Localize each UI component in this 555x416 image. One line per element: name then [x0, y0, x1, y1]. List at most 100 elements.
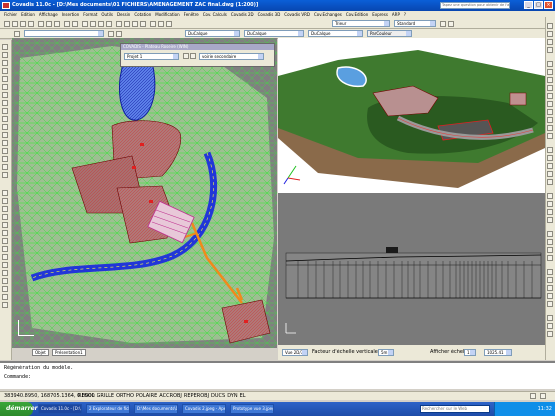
move-tool-icon[interactable] [2, 230, 8, 236]
3d-view[interactable] [278, 38, 545, 193]
station-input[interactable]: 1025.41 [484, 349, 512, 356]
snap-none-icon[interactable] [547, 125, 553, 131]
line-tool-icon[interactable] [2, 44, 8, 50]
lineweight-dropdown[interactable]: DuCalque [308, 30, 363, 37]
break-tool-icon[interactable] [2, 278, 8, 284]
zoom-window-icon[interactable] [98, 21, 104, 27]
grid-icon[interactable] [158, 21, 164, 27]
menu-affichage[interactable]: Affichage [39, 11, 58, 19]
save-icon[interactable] [20, 21, 26, 27]
toggle-ortho[interactable]: ORTHO [116, 393, 134, 400]
paste-icon[interactable] [54, 21, 60, 27]
menu-dessin[interactable]: Dessin [117, 11, 130, 19]
view-mode-dropdown[interactable]: Vue 2D/3D [282, 349, 308, 356]
dim-linear-icon[interactable] [547, 147, 553, 153]
print-icon[interactable] [28, 21, 34, 27]
snap-tangent-icon[interactable] [547, 101, 553, 107]
orbit-icon[interactable] [547, 193, 553, 199]
style-dropdown[interactable]: Trieur [332, 20, 390, 27]
task-documents[interactable]: D:\Mes documents\01... [134, 404, 178, 414]
construction-line-icon[interactable] [2, 52, 8, 58]
snap-perpendicular-icon[interactable] [547, 109, 553, 115]
zoom-icon[interactable] [90, 21, 96, 27]
toggle-resol[interactable]: RESOL [78, 393, 95, 400]
design-center-icon[interactable] [124, 21, 130, 27]
help-icon[interactable] [140, 21, 146, 27]
menu-edition[interactable]: Edition [21, 11, 35, 19]
properties-icon[interactable] [116, 21, 122, 27]
array-tool-icon[interactable] [2, 222, 8, 228]
layer-previous-icon[interactable] [116, 31, 122, 37]
zoom-previous-icon[interactable] [106, 21, 112, 27]
menu-format[interactable]: Format [83, 11, 97, 19]
dim-radius-icon[interactable] [547, 163, 553, 169]
tool-palette-icon[interactable] [132, 21, 138, 27]
clean-screen-icon[interactable] [540, 393, 546, 399]
menu-arp[interactable]: ARP [392, 11, 400, 19]
list-icon[interactable] [547, 39, 553, 45]
snap-center-icon[interactable] [547, 85, 553, 91]
table-icon[interactable] [547, 269, 553, 275]
snap-midpoint-icon[interactable] [547, 69, 553, 75]
color-dropdown[interactable]: DuCalque [185, 30, 240, 37]
menu-covadis-vrd[interactable]: Covadis VRD [284, 11, 310, 19]
menu-cov-edition[interactable]: Cov.Edition [346, 11, 368, 19]
minimize-button[interactable]: _ [524, 1, 533, 9]
menu-covadis-3d[interactable]: Covadis 3D [258, 11, 281, 19]
hatch-tool-icon[interactable] [2, 148, 8, 154]
publish-icon[interactable] [547, 315, 553, 321]
add-axis-icon[interactable] [190, 53, 196, 59]
insert-block-icon[interactable] [2, 124, 8, 130]
toggle-el[interactable]: EL [240, 393, 246, 400]
ellipse-tool-icon[interactable] [2, 116, 8, 122]
region-tool-icon[interactable] [2, 156, 8, 162]
arc-tool-icon[interactable] [2, 84, 8, 90]
attribute-icon[interactable] [547, 277, 553, 283]
menu-covadis-2d[interactable]: Covadis 2D [231, 11, 254, 19]
polyline-tool-icon[interactable] [2, 60, 8, 66]
make-block-icon[interactable] [2, 132, 8, 138]
pan-icon[interactable] [82, 21, 88, 27]
image-icon[interactable] [547, 293, 553, 299]
menu-outils[interactable]: Outils [101, 11, 113, 19]
command-prompt[interactable]: Commande: [4, 374, 31, 381]
text-style-dropdown[interactable]: Standard [394, 20, 436, 27]
table-tool-icon[interactable] [2, 164, 8, 170]
open-file-icon[interactable] [12, 21, 18, 27]
snap-quadrant-icon[interactable] [547, 93, 553, 99]
scale-tool-icon[interactable] [2, 246, 8, 252]
toggle-reperobj[interactable]: REPEROBJ [184, 393, 209, 400]
copy-icon[interactable] [46, 21, 52, 27]
close-button[interactable]: × [544, 1, 553, 9]
fillet-tool-icon[interactable] [2, 294, 8, 300]
polygon-tool-icon[interactable] [2, 68, 8, 74]
trim-tool-icon[interactable] [2, 262, 8, 268]
show-scale-dropdown[interactable]: 1 [464, 349, 476, 356]
copy-tool-icon[interactable] [2, 198, 8, 204]
rotate-tool-icon[interactable] [2, 238, 8, 244]
mirror-tool-icon[interactable] [2, 206, 8, 212]
snap-intersection-icon[interactable] [547, 77, 553, 83]
area-icon[interactable] [547, 31, 553, 37]
command-line[interactable]: Régénération du modèle. Commande: [0, 361, 555, 389]
leader-icon[interactable] [547, 179, 553, 185]
project-settings-icon[interactable] [183, 53, 189, 59]
toggle-grille[interactable]: GRILLE [97, 393, 115, 400]
vertical-scale-dropdown[interactable]: 5m [378, 349, 394, 356]
linetype-dropdown[interactable]: DuCalque [244, 30, 304, 37]
explode-tool-icon[interactable] [2, 302, 8, 308]
tab-model[interactable]: Objet [32, 349, 49, 356]
materials-icon[interactable] [547, 239, 553, 245]
help-search-input[interactable]: Tapez une question pour obtenir de l'aid… [440, 2, 510, 9]
project-dropdown[interactable]: Projet 1 [124, 53, 179, 60]
snap-settings-icon[interactable] [547, 133, 553, 139]
plotstyle-dropdown[interactable]: ParCouleur [367, 30, 412, 37]
undo-icon[interactable] [64, 21, 70, 27]
menu-cotation[interactable]: Cotation [134, 11, 151, 19]
task-prototype[interactable]: Prototype vue 3.jpeg [230, 404, 274, 414]
plan-view[interactable] [12, 38, 277, 348]
axis-dropdown[interactable]: voirie secondaire [199, 53, 264, 60]
view-iso-icon[interactable] [547, 209, 553, 215]
shade-icon[interactable] [547, 217, 553, 223]
snap-nearest-icon[interactable] [547, 117, 553, 123]
